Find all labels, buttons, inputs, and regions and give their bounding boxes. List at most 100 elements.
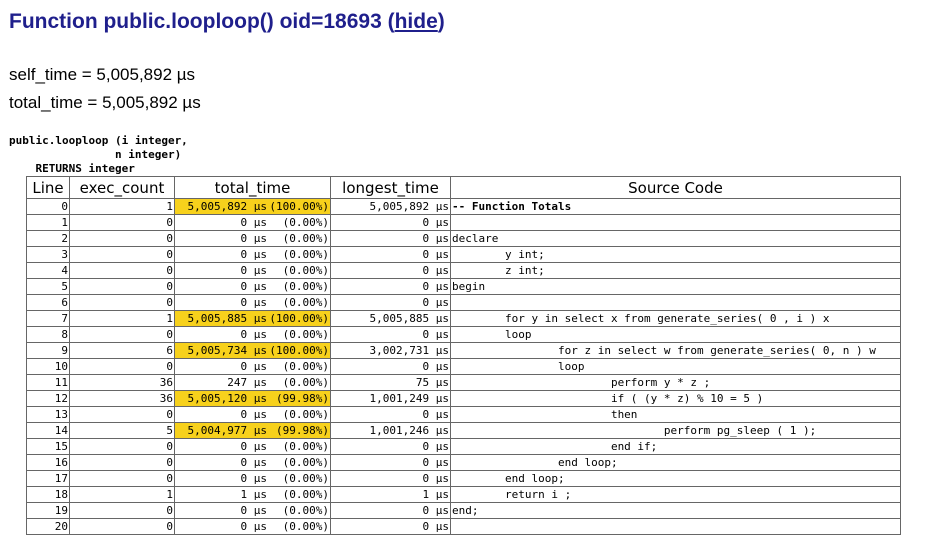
source-code-cell: perform pg_sleep ( 1 ); [450,422,901,439]
title-suffix: ) [437,10,445,33]
total-time-value: 1 µs [240,488,268,501]
total-time-percent: (0.00%) [282,408,329,421]
total-time-cell: 5,005,120 µs (99.98%) [174,390,331,407]
total-time-value: 0 µs [240,216,268,229]
title-text: Function public.looploop() oid=18693 ( [9,10,395,33]
total-time-percent: (0.00%) [282,280,329,293]
source-code-cell: end loop; [450,470,901,487]
total-time-value: 5,004,977 µs [187,424,267,437]
total-time-cell: 0 µs (0.00%) [174,406,331,423]
table-row: 7 1 5,005,885 µs (100.00%) 5,005,885 µs for … [26,310,901,327]
total-time-percent: (0.00%) [282,504,329,517]
exec-count-cell: 36 [69,390,175,407]
total-time-percent: (99.98%) [276,392,329,405]
total-time-cell: 0 µs (0.00%) [174,230,331,247]
table-row: 400 µs (0.00%) 0 µs z int; [26,262,901,279]
total-time-percent: (0.00%) [282,296,329,309]
total-time-value: 0 µs [240,248,268,261]
line-number-cell: 18 [26,486,70,503]
total-time-percent: (0.00%) [282,440,329,453]
total-time-value: 5,005,120 µs [187,392,267,405]
total-time-value: 0 µs [240,328,268,341]
total-time-percent: (0.00%) [282,488,329,501]
source-code-cell: loop [450,326,901,343]
exec-count-cell: 0 [69,214,175,231]
line-number-cell: 1 [26,214,70,231]
total-time-percent: (0.00%) [282,472,329,485]
longest-time-cell: 1,001,246 µs [330,422,451,439]
total-time-value: 0 µs [240,296,268,309]
total-time-value: 5,005,892 µs [187,200,267,213]
source-code-cell: perform y * z ; [450,374,901,391]
table-row: 17 0 0 µs (0.00%) 0 µs end loop; [26,470,901,487]
total-time-value: 0 µs [240,360,268,373]
table-row: 0 1 5,005,892 µs (100.00%) 5,005,892 µs -- Fu… [26,198,901,215]
total-time-cell: 0 µs (0.00%) [174,438,331,455]
exec-count-cell: 1 [69,310,175,327]
line-number-cell: 11 [26,374,70,391]
total-time-cell: 5,005,734 µs (100.00%) [174,342,331,359]
longest-time-cell: 1,001,249 µs [330,390,451,407]
exec-count-cell: 0 [69,502,175,519]
longest-time-cell: 0 µs [330,406,451,423]
exec-count-cell: 0 [69,454,175,471]
line-number-cell: 7 [26,310,70,327]
table-row: 18 1 1 µs (0.00%) 1 µs return i ; [26,486,901,503]
table-header-row: Line exec_count total_time longest_time … [26,176,901,199]
table-row: 11 36 247 µs (0.00%) 75 µs perform y * z ; [26,374,901,391]
total-time-value: 0 µs [240,520,268,533]
table-row: 800 µs (0.00%) 0 µs loop [26,326,901,343]
line-number-cell: 16 [26,454,70,471]
exec-count-cell: 0 [69,518,175,535]
table-row: 16 0 0 µs (0.00%) 0 µs end loop; [26,454,901,471]
total-time-percent: (0.00%) [282,360,329,373]
total-time-percent: (100.00%) [269,344,329,357]
exec-count-cell: 0 [69,326,175,343]
table-row: 9 6 5,005,734 µs (100.00%) 3,002,731 µs for … [26,342,901,359]
total-time-cell: 0 µs (0.00%) [174,214,331,231]
exec-count-cell: 0 [69,438,175,455]
longest-time-cell: 0 µs [330,214,451,231]
total-time-percent: (0.00%) [282,248,329,261]
col-header-exec-count: exec_count [69,176,175,199]
source-code-cell [450,518,901,535]
longest-time-cell: 0 µs [330,502,451,519]
total-time-percent: (0.00%) [282,456,329,469]
total-time-cell: 5,005,885 µs (100.00%) [174,310,331,327]
total-time-percent: (0.00%) [282,520,329,533]
table-body: 0 1 5,005,892 µs (100.00%) 5,005,892 µs -- Fu… [26,198,901,535]
longest-time-cell: 1 µs [330,486,451,503]
total-time-cell: 0 µs (0.00%) [174,294,331,311]
line-number-cell: 2 [26,230,70,247]
exec-count-cell: 0 [69,406,175,423]
line-number-cell: 10 [26,358,70,375]
longest-time-cell: 0 µs [330,230,451,247]
line-number-cell: 17 [26,470,70,487]
page-title: Function public.looploop() oid=18693 (hi… [9,10,445,34]
longest-time-cell: 0 µs [330,438,451,455]
longest-time-cell: 0 µs [330,518,451,535]
total-time-value: 5,005,734 µs [187,344,267,357]
total-time-cell: 247 µs (0.00%) [174,374,331,391]
table-row: 10 0 0 µs (0.00%) 0 µs loop [26,358,901,375]
total-time-value: 0 µs [240,280,268,293]
line-number-cell: 12 [26,390,70,407]
total-time-percent: (0.00%) [282,216,329,229]
source-code-cell: -- Function Totals [450,198,901,215]
source-code-cell: begin [450,278,901,295]
exec-count-cell: 1 [69,486,175,503]
total-time-cell: 0 µs (0.00%) [174,262,331,279]
longest-time-cell: 0 µs [330,278,451,295]
line-number-cell: 5 [26,278,70,295]
total-time-value: 247 µs [227,376,267,389]
table-row: 19 0 0 µs (0.00%) 0 µs end; [26,502,901,519]
line-number-cell: 14 [26,422,70,439]
total-time-stat: total_time = 5,005,892 µs [9,93,201,112]
exec-count-cell: 0 [69,262,175,279]
total-time-value: 0 µs [240,472,268,485]
source-code-cell: z int; [450,262,901,279]
source-code-cell [450,294,901,311]
total-time-value: 0 µs [240,264,268,277]
hide-link[interactable]: hide [395,10,438,33]
longest-time-cell: 5,005,892 µs [330,198,451,215]
